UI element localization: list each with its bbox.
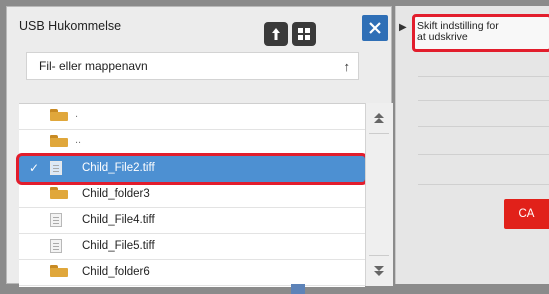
list-item-label: Child_File5.tiff — [82, 240, 155, 252]
folder-icon — [50, 187, 68, 199]
up-folder-button[interactable] — [264, 22, 288, 46]
parent-folder-row[interactable]: . — [19, 104, 365, 130]
scroll-down-icon — [374, 266, 384, 276]
list-item-label: Child_folder3 — [82, 188, 150, 200]
current-dir-label: . — [75, 108, 79, 120]
folder-icon — [50, 109, 68, 121]
list-item-label: Child_folder6 — [82, 266, 150, 278]
panel-arrow-icon[interactable]: ▶ — [399, 22, 407, 33]
scroll-down-button[interactable] — [369, 255, 389, 284]
list-item[interactable]: ✓ Child_File2.tiff — [19, 156, 365, 182]
parent-dir-label: .. — [75, 134, 82, 146]
list-item[interactable]: Child_File4.tiff — [19, 208, 365, 234]
ca-button[interactable]: CA — [504, 199, 549, 229]
divider — [418, 154, 549, 155]
list-item-label: Child_File4.tiff — [82, 214, 155, 226]
right-settings-panel: ▶ Skift indstilling for at udskrive — [395, 6, 549, 284]
setting-label-line2: at udskrive — [417, 31, 468, 43]
change-print-setting-button[interactable]: Skift indstilling for at udskrive — [412, 14, 549, 52]
folder-icon — [50, 135, 68, 147]
folder-icon — [50, 265, 68, 277]
file-list: . .. ✓ Child_File2.tiff Child_folder3 Ch… — [19, 103, 365, 287]
file-icon — [50, 213, 62, 227]
list-item-label: Child_File2.tiff — [82, 162, 155, 174]
sort-arrow-icon[interactable]: ↑ — [344, 59, 351, 74]
divider — [418, 126, 549, 127]
file-icon — [50, 239, 62, 253]
bottom-indicator — [291, 284, 305, 294]
scroll-up-button[interactable] — [369, 105, 389, 134]
grid-icon — [298, 28, 310, 40]
list-item[interactable]: Child_folder3 — [19, 182, 365, 208]
list-item[interactable]: Child_File5.tiff — [19, 234, 365, 260]
close-button[interactable] — [362, 15, 388, 41]
divider — [418, 100, 549, 101]
file-icon — [50, 161, 62, 175]
close-icon — [369, 22, 381, 34]
search-placeholder: Fil- eller mappenavn — [39, 59, 148, 73]
scroll-up-icon — [374, 113, 384, 123]
grid-view-button[interactable] — [292, 22, 316, 46]
divider — [418, 76, 549, 77]
usb-file-dialog: USB Hukommelse Fil- eller mappenavn ↑ . … — [6, 6, 393, 287]
list-scrollbar — [365, 103, 393, 286]
filename-search-field[interactable]: Fil- eller mappenavn ↑ — [26, 52, 359, 80]
check-icon: ✓ — [29, 161, 40, 175]
parent-folder-up-row[interactable]: .. — [19, 130, 365, 156]
dialog-title: USB Hukommelse — [19, 19, 122, 33]
up-arrow-icon — [272, 28, 280, 40]
divider — [418, 184, 549, 185]
list-item[interactable]: Child_folder6 — [19, 260, 365, 286]
